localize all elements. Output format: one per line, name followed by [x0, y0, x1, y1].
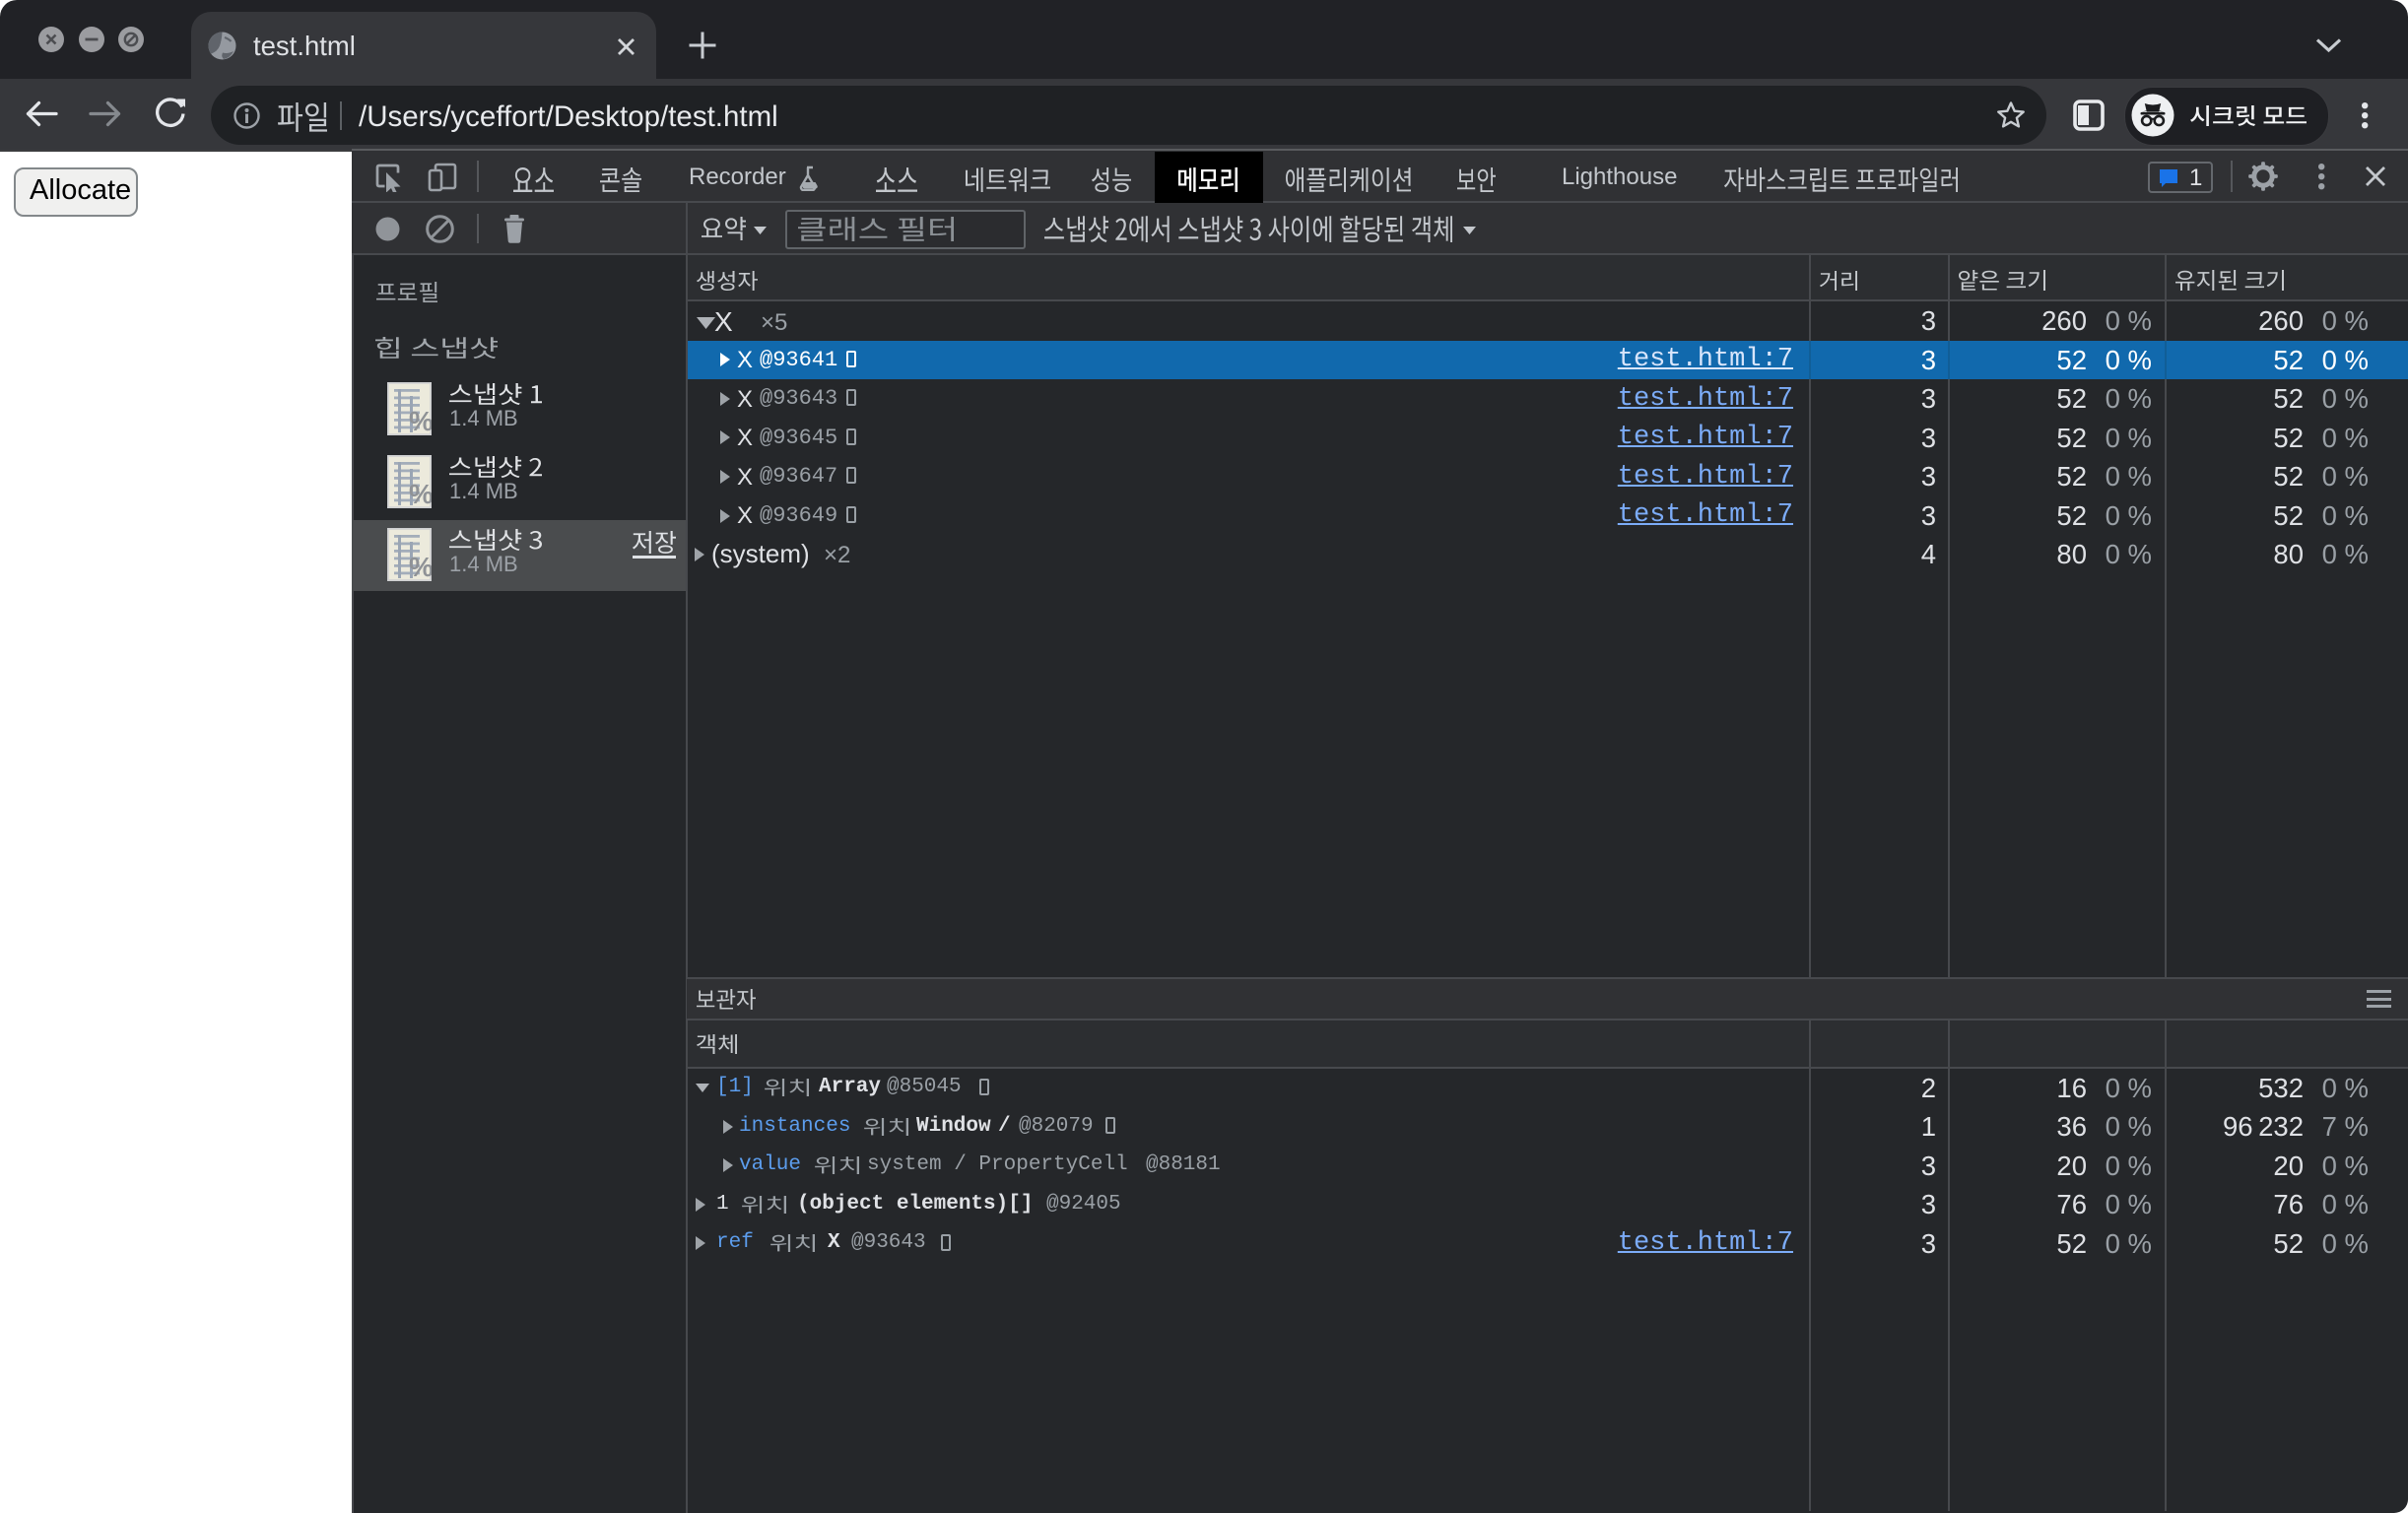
svg-text:%: %: [409, 552, 432, 581]
svg-text:%: %: [409, 479, 432, 508]
svg-text:%: %: [409, 406, 432, 435]
